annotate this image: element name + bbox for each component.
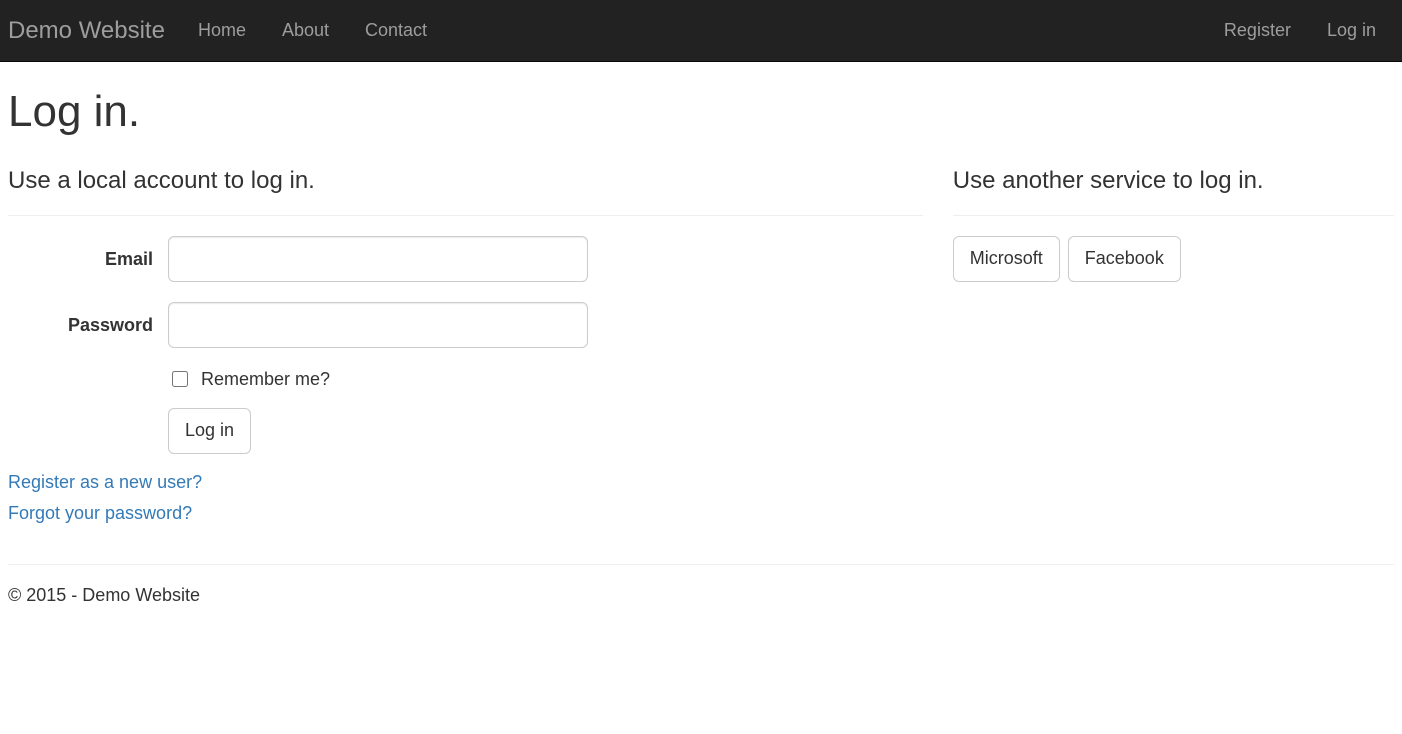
- local-divider: [8, 215, 923, 216]
- facebook-login-button[interactable]: Facebook: [1068, 236, 1181, 282]
- page-title: Log in.: [8, 87, 1394, 137]
- external-login-heading: Use another service to log in.: [953, 167, 1394, 195]
- password-group: Password: [8, 302, 923, 348]
- navbar: Demo Website Home About Contact Register…: [0, 0, 1402, 62]
- password-label: Password: [8, 315, 168, 336]
- remember-text: Remember me?: [201, 369, 330, 390]
- login-button[interactable]: Log in: [168, 408, 251, 454]
- remember-checkbox[interactable]: [172, 371, 188, 387]
- nav-left: Home About Contact: [180, 0, 445, 61]
- remember-group: Remember me?: [168, 368, 923, 390]
- nav-contact[interactable]: Contact: [347, 0, 445, 61]
- remember-checkbox-label[interactable]: Remember me?: [168, 368, 923, 390]
- email-field[interactable]: [168, 236, 588, 282]
- external-login-section: Use another service to log in. Microsoft…: [953, 147, 1394, 534]
- email-label: Email: [8, 249, 168, 270]
- register-link-block: Register as a new user?: [8, 472, 923, 493]
- footer-text: © 2015 - Demo Website: [8, 585, 200, 605]
- brand-link[interactable]: Demo Website: [8, 2, 180, 60]
- external-providers: Microsoft Facebook: [953, 236, 1394, 282]
- local-login-heading: Use a local account to log in.: [8, 167, 923, 195]
- footer: © 2015 - Demo Website: [8, 564, 1394, 626]
- nav-right: Register Log in: [1206, 0, 1394, 61]
- external-divider: [953, 215, 1394, 216]
- email-group: Email: [8, 236, 923, 282]
- nav-login[interactable]: Log in: [1309, 0, 1394, 61]
- password-field[interactable]: [168, 302, 588, 348]
- microsoft-login-button[interactable]: Microsoft: [953, 236, 1060, 282]
- forgot-password-link[interactable]: Forgot your password?: [8, 503, 192, 523]
- submit-group: Log in: [168, 408, 923, 454]
- forgot-link-block: Forgot your password?: [8, 503, 923, 524]
- nav-home[interactable]: Home: [180, 0, 264, 61]
- nav-register[interactable]: Register: [1206, 0, 1309, 61]
- local-login-section: Use a local account to log in. Email Pas…: [8, 147, 923, 534]
- content-row: Use a local account to log in. Email Pas…: [8, 147, 1394, 534]
- main-container: Log in. Use a local account to log in. E…: [0, 87, 1402, 626]
- register-link[interactable]: Register as a new user?: [8, 472, 202, 492]
- nav-about[interactable]: About: [264, 0, 347, 61]
